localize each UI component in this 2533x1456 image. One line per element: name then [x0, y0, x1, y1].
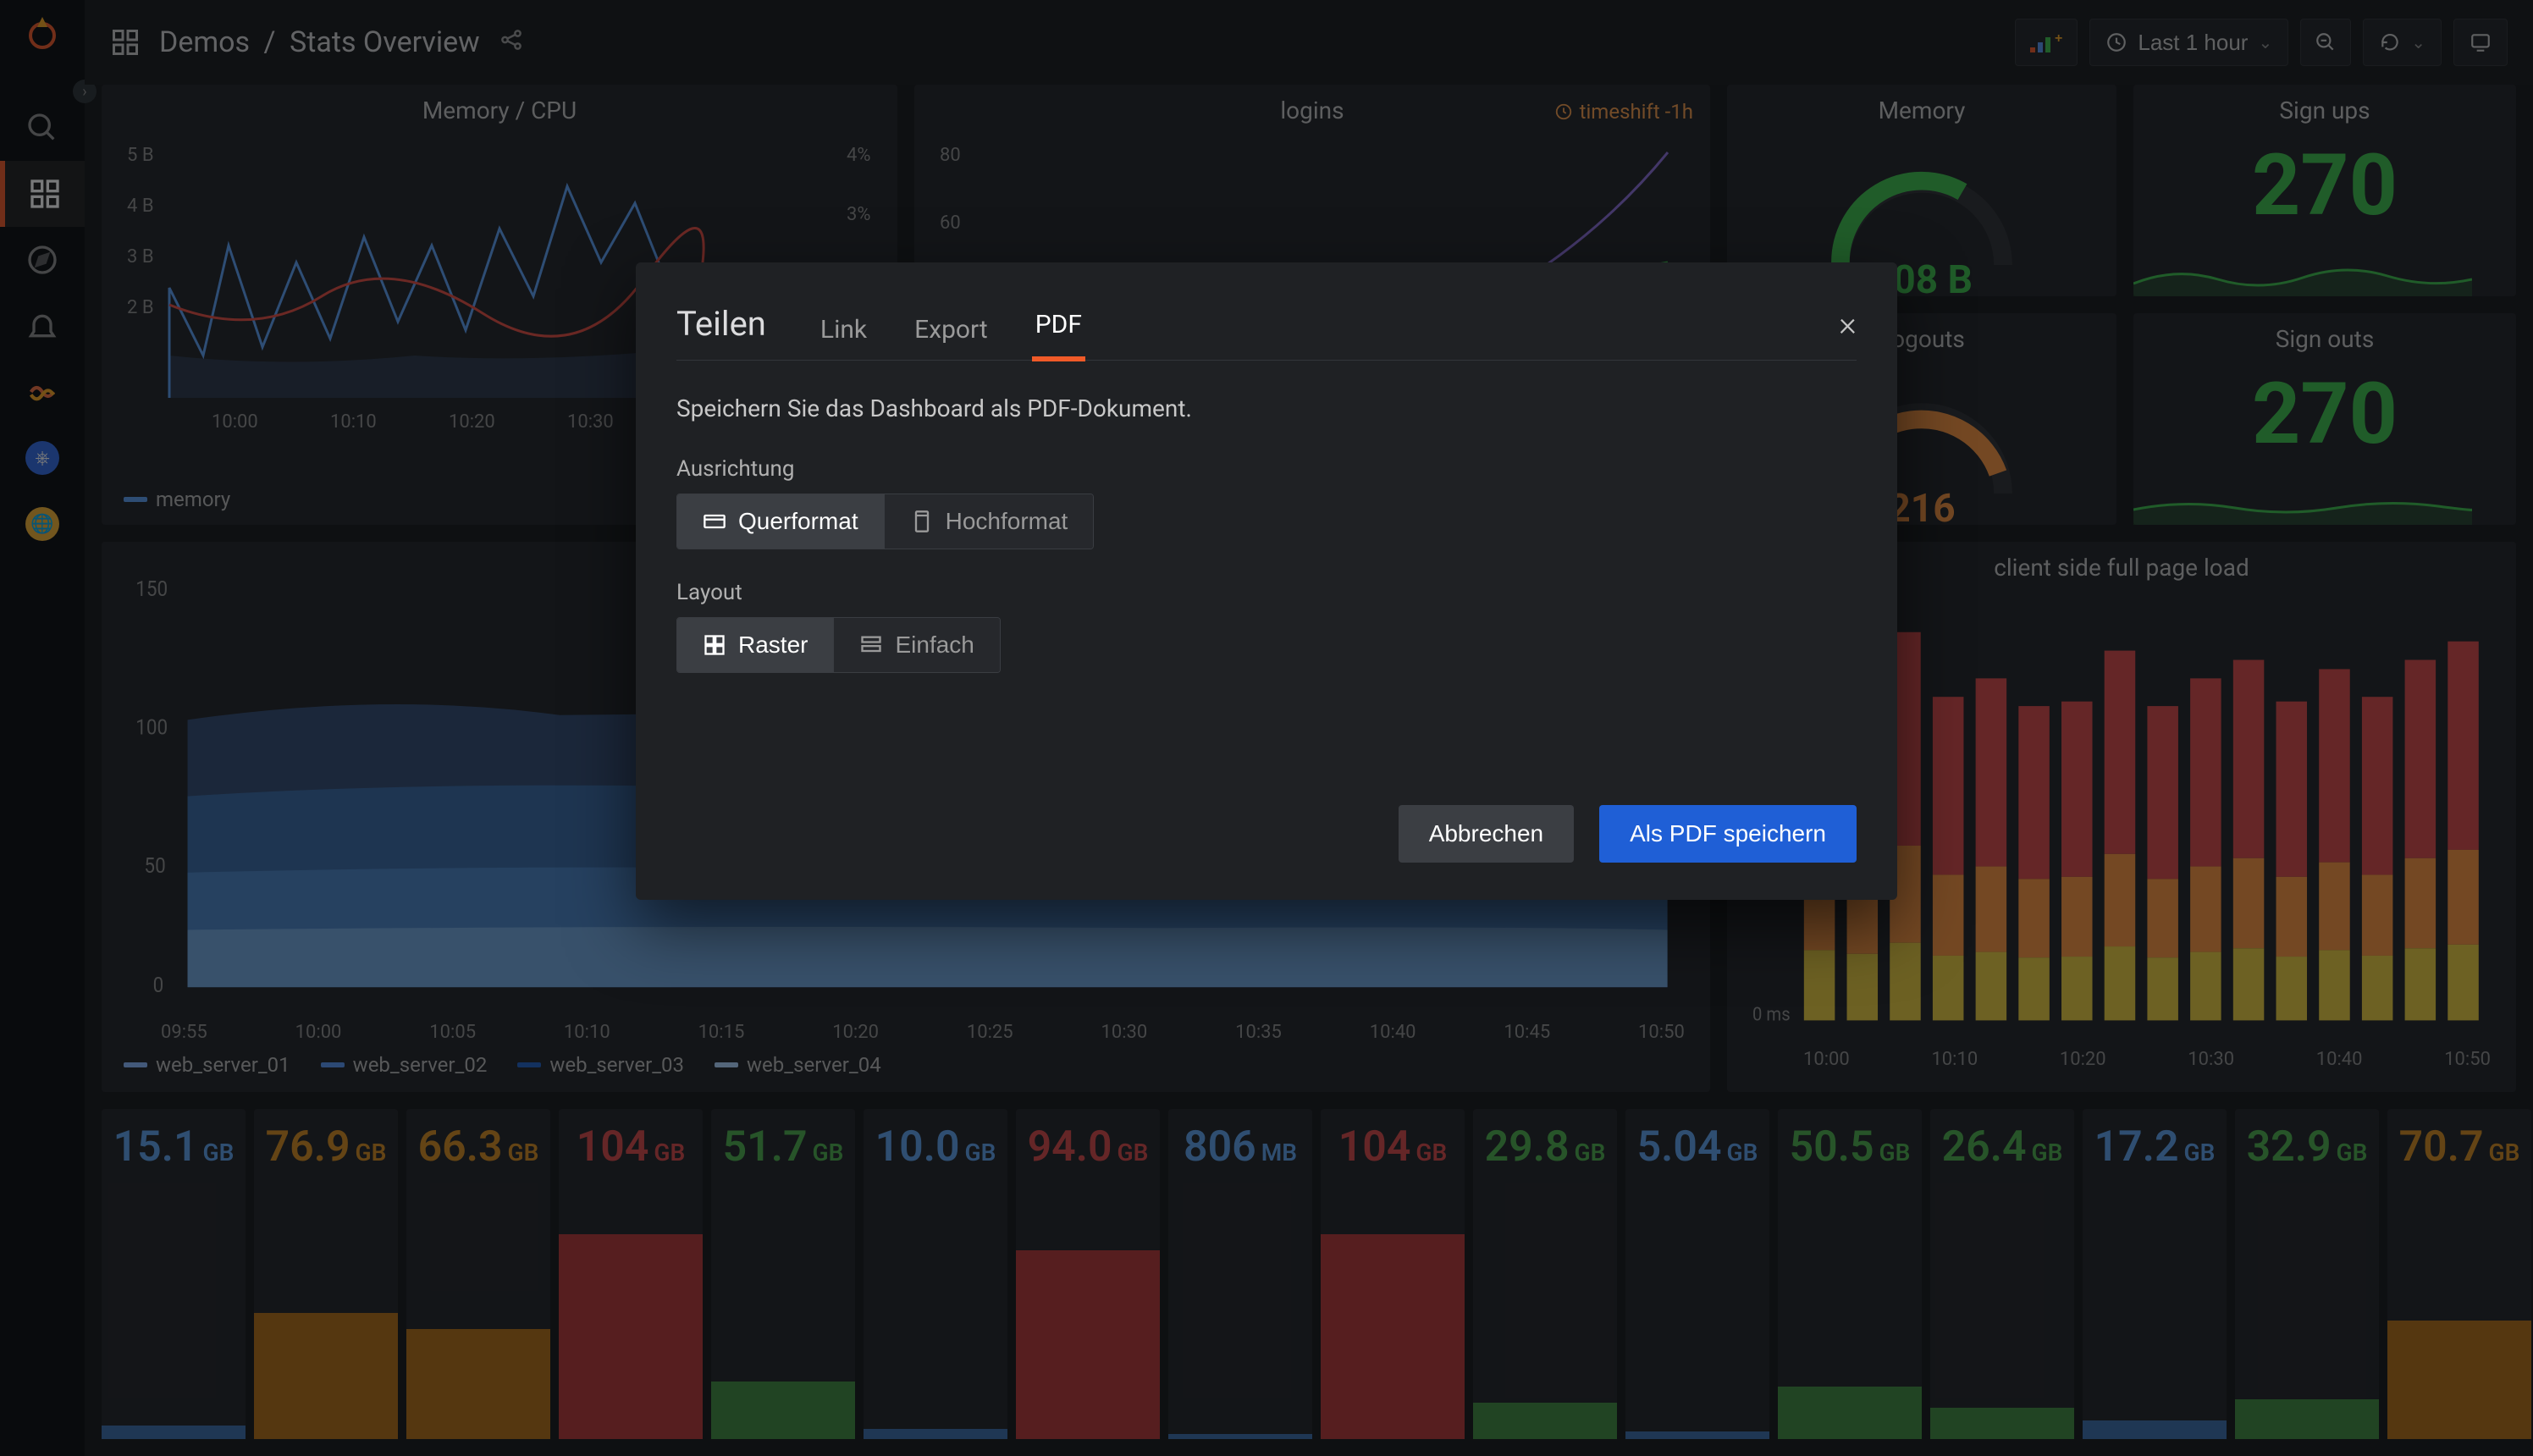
- share-modal: Teilen Link Export PDF × Speichern Sie d…: [636, 262, 1897, 900]
- modal-description: Speichern Sie das Dashboard als PDF-Doku…: [676, 394, 1857, 422]
- modal-actions: Abbrechen Als PDF speichern: [676, 805, 1857, 863]
- modal-title: Teilen: [676, 304, 766, 344]
- layout-grid-button[interactable]: Raster: [677, 618, 833, 672]
- close-icon[interactable]: ×: [1839, 304, 1857, 344]
- landscape-icon: [703, 510, 726, 533]
- layout-simple-button[interactable]: Einfach: [833, 618, 999, 672]
- grid-icon: [703, 633, 726, 657]
- orientation-label: Ausrichtung: [676, 456, 1857, 482]
- tab-export[interactable]: Export: [911, 308, 991, 361]
- tab-link[interactable]: Link: [817, 308, 870, 361]
- list-icon: [859, 633, 883, 657]
- orientation-portrait-button[interactable]: Hochformat: [884, 494, 1094, 549]
- orientation-landscape-button[interactable]: Querformat: [677, 494, 884, 549]
- tab-pdf[interactable]: PDF: [1032, 303, 1085, 361]
- layout-toggle: Raster Einfach: [676, 617, 1001, 673]
- save-pdf-button[interactable]: Als PDF speichern: [1599, 805, 1857, 863]
- modal-tabs: Link Export PDF: [817, 303, 1085, 345]
- orientation-toggle: Querformat Hochformat: [676, 494, 1094, 549]
- layout-label: Layout: [676, 580, 1857, 605]
- portrait-icon: [910, 510, 934, 533]
- modal-header: Teilen Link Export PDF ×: [676, 303, 1857, 361]
- cancel-button[interactable]: Abbrechen: [1399, 805, 1574, 863]
